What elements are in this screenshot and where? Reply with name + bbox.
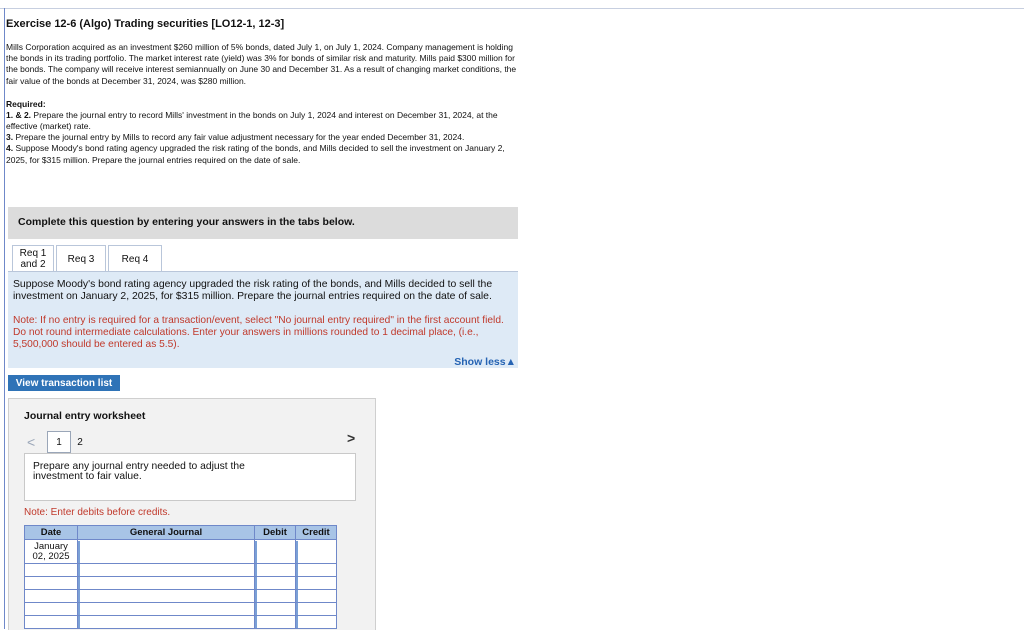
credit-field[interactable] [295, 615, 337, 629]
tab-label-line1: Req 1 [19, 248, 47, 259]
debit-field[interactable] [254, 539, 296, 564]
date-cell [24, 615, 78, 629]
account-field[interactable] [77, 539, 255, 564]
requirement-tabs: Req 1 and 2 Req 3 Req 4 [12, 245, 164, 272]
view-transaction-list-button[interactable]: View transaction list [8, 375, 120, 391]
exercise-title: Exercise 12-6 (Algo) Trading securities … [6, 18, 285, 30]
debit-field[interactable] [254, 576, 296, 590]
journal-table: Date General Journal Debit Credit Januar… [24, 525, 337, 629]
question-text: Exercise 12-6 (Algo) Trading securities … [6, 18, 526, 166]
table-row [24, 589, 337, 603]
credit-field[interactable] [295, 602, 337, 616]
show-less-link[interactable]: Show less▲ [454, 356, 516, 368]
panel-question: Suppose Moody's bond rating agency upgra… [13, 279, 493, 302]
required-heading: Required: [6, 98, 46, 109]
account-field[interactable] [77, 615, 255, 629]
requirement-panel: Suppose Moody's bond rating agency upgra… [8, 271, 518, 368]
column-debit: Debit [254, 525, 296, 540]
page-1-button[interactable]: 1 [47, 431, 71, 453]
chevron-left-icon[interactable]: < [27, 434, 47, 450]
tab-label-line2: and 2 [20, 259, 46, 270]
chevron-right-icon[interactable]: > [347, 430, 355, 446]
account-field[interactable] [77, 576, 255, 590]
requirement-3: 3. Prepare the journal entry by Mills to… [6, 132, 465, 143]
table-row [24, 563, 337, 577]
tab-req-1-and-2[interactable]: Req 1 and 2 [12, 245, 54, 272]
date-line: 02, 2025 [32, 551, 70, 562]
account-field[interactable] [77, 589, 255, 603]
date-cell: January 02, 2025 [24, 539, 78, 564]
table-row [24, 615, 337, 629]
instructions-banner: Complete this question by entering your … [8, 207, 518, 239]
intro-paragraph: Mills Corporation acquired as an investm… [6, 42, 517, 86]
requirement-1-2: 1. & 2. Prepare the journal entry to rec… [6, 109, 498, 132]
tab-req-4[interactable]: Req 4 [108, 245, 162, 272]
debit-field[interactable] [254, 615, 296, 629]
date-cell [24, 563, 78, 577]
banner-text: Complete this question by entering your … [18, 216, 355, 228]
tab-req-3[interactable]: Req 3 [56, 245, 106, 272]
tab-label: Req 3 [67, 253, 95, 265]
date-cell [24, 589, 78, 603]
column-credit: Credit [295, 525, 337, 540]
credit-field[interactable] [295, 539, 337, 564]
column-date: Date [24, 525, 78, 540]
debit-field[interactable] [254, 602, 296, 616]
worksheet-title: Journal entry worksheet [24, 410, 146, 422]
table-row: January 02, 2025 [24, 539, 337, 564]
tab-label: Req 4 [121, 253, 149, 265]
date-cell [24, 602, 78, 616]
panel-note: Note: If no entry is required for a tran… [13, 315, 504, 350]
journal-entry-worksheet: Journal entry worksheet < 1 2 > Prepare … [8, 398, 376, 630]
table-row [24, 602, 337, 616]
column-general-journal: General Journal [77, 525, 255, 540]
worksheet-pager: < 1 2 [27, 431, 89, 453]
account-field[interactable] [77, 563, 255, 577]
worksheet-instruction: Prepare any journal entry needed to adju… [33, 461, 245, 482]
requirement-4: 4. Suppose Moody's bond rating agency up… [6, 143, 505, 165]
left-border [4, 8, 5, 629]
credit-field[interactable] [295, 589, 337, 603]
credit-field[interactable] [295, 576, 337, 590]
debit-field[interactable] [254, 589, 296, 603]
top-border [0, 8, 1024, 9]
worksheet-note: Note: Enter debits before credits. [24, 507, 171, 518]
account-field[interactable] [77, 602, 255, 616]
worksheet-instruction-box: Prepare any journal entry needed to adju… [24, 453, 356, 501]
date-cell [24, 576, 78, 590]
table-row [24, 576, 337, 590]
debit-field[interactable] [254, 563, 296, 577]
page-2-button[interactable]: 2 [71, 437, 89, 448]
credit-field[interactable] [295, 563, 337, 577]
